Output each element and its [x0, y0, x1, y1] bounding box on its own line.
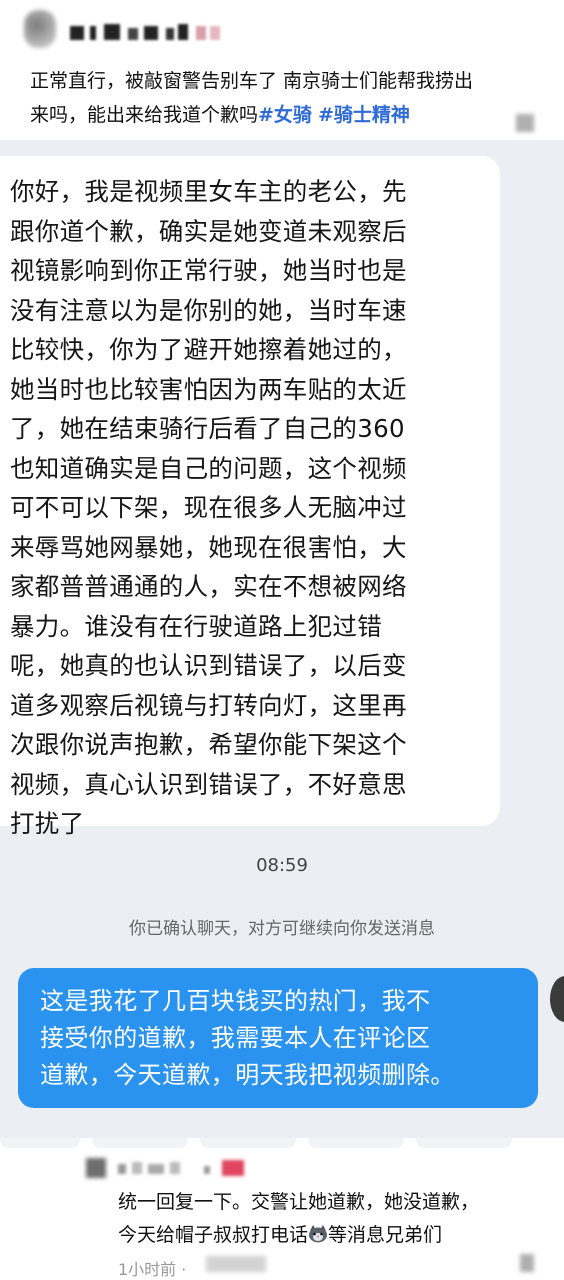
cat-face-icon: [309, 1225, 328, 1243]
post-text-line1: 正常直行，被敲窗警告别车了 南京骑士们能帮我捞出: [30, 70, 474, 92]
post-header: 正常直行，被敲窗警告别车了 南京骑士们能帮我捞出 来吗，能出来给我道个歉吗#女骑…: [0, 0, 564, 140]
incoming-message-bubble[interactable]: 你好，我是视频里女车主的老公，先 跟你道个歉，确实是她变道未观察后 视镜影响到你…: [0, 156, 500, 838]
blurred-corner-mark-bottom: [520, 1254, 534, 1272]
hashtag-rider-spirit[interactable]: #骑士精神: [318, 104, 410, 126]
post-text: 正常直行，被敲窗警告别车了 南京骑士们能帮我捞出 来吗，能出来给我道个歉吗#女骑…: [30, 64, 550, 132]
reply-text-line1: 统一回复一下。交警让她道歉，她没道歉，: [118, 1191, 480, 1213]
reply-tab-4: [308, 1138, 404, 1148]
sender-avatar[interactable]: [550, 976, 564, 1022]
outgoing-message-text: 这是我花了几百块钱买的热门，我不 接受你的道歉，我需要本人在评论区 道歉，今天道…: [40, 987, 455, 1089]
reply-tab-3: [200, 1138, 296, 1148]
blurred-reply-avatar[interactable]: [86, 1158, 106, 1178]
reply-text-line2-after: 等消息兄弟们: [328, 1224, 443, 1246]
reply-tab-1: [0, 1138, 80, 1148]
message-timestamp: 08:59: [256, 855, 308, 876]
outgoing-message-bubble[interactable]: 这是我花了几百块钱买的热门，我不 接受你的道歉，我需要本人在评论区 道歉，今天道…: [18, 968, 538, 1108]
reply-tabs: [0, 1138, 564, 1148]
blurred-reply-username[interactable]: [118, 1160, 268, 1176]
hashtag-female-rider[interactable]: #女骑: [258, 104, 312, 126]
system-notice: 你已确认聊天，对方可继续向你发送消息: [129, 919, 435, 939]
incoming-message-text: 你好，我是视频里女车主的老公，先 跟你道个歉，确实是她变道未观察后 视镜影响到你…: [10, 177, 407, 838]
reply-text-line2-before: 今天给帽子叔叔打电话: [118, 1224, 309, 1246]
blurred-reply-meta: [206, 1256, 266, 1272]
reply-tab-5: [416, 1138, 512, 1148]
reply-text: 统一回复一下。交警让她道歉，她没道歉， 今天给帽子叔叔打电话 等消息兄弟们: [118, 1186, 558, 1252]
post-text-line2: 来吗，能出来给我道个歉吗: [30, 104, 259, 126]
reply-time: 1小时前 ·: [118, 1260, 187, 1279]
blurred-corner-mark: [516, 114, 534, 132]
reply-tab-2: [92, 1138, 188, 1148]
blurred-username[interactable]: [70, 24, 240, 42]
blurred-avatar[interactable]: [24, 10, 56, 48]
